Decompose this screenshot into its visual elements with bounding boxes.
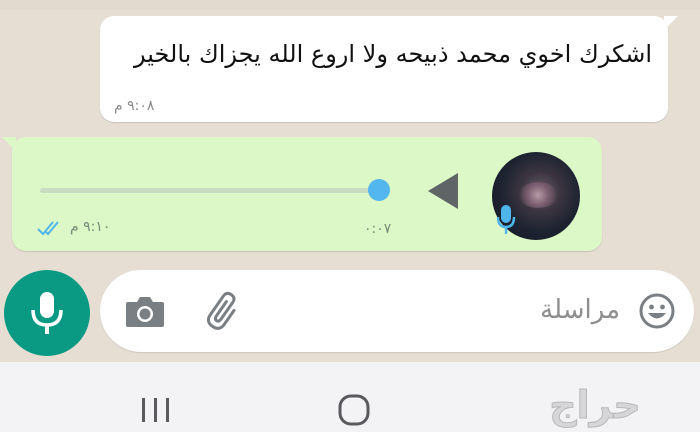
avatar-image-cloud bbox=[518, 182, 558, 208]
system-navigation-bar: حراج bbox=[0, 362, 700, 432]
play-icon[interactable] bbox=[424, 171, 464, 211]
voice-note-bubble[interactable]: ٠:٠٧ ٩:١٠ م bbox=[2, 137, 602, 251]
previous-message-edge bbox=[0, 0, 700, 10]
message-time: ٩:٠٨ م bbox=[114, 98, 155, 114]
camera-icon[interactable] bbox=[124, 292, 166, 330]
recent-apps-icon[interactable] bbox=[138, 394, 174, 426]
bubble-tail bbox=[2, 137, 16, 151]
message-time: ٩:١٠ م bbox=[70, 219, 111, 235]
attach-icon[interactable] bbox=[204, 290, 246, 332]
message-text: اشكرك اخوي محمد ذبيحه ولا اروع الله يجزا… bbox=[134, 40, 652, 68]
watermark-logo: حراج bbox=[549, 383, 641, 428]
voice-record-button[interactable] bbox=[4, 270, 90, 356]
message-input-placeholder[interactable]: مراسلة bbox=[540, 292, 620, 328]
emoji-icon[interactable] bbox=[638, 292, 676, 330]
mic-badge-icon bbox=[496, 205, 516, 234]
message-input-bar[interactable]: مراسلة bbox=[100, 270, 694, 352]
microphone-icon bbox=[31, 292, 63, 334]
voice-progress-knob[interactable] bbox=[368, 179, 390, 201]
voice-progress-track[interactable] bbox=[40, 188, 382, 193]
bubble-tail bbox=[664, 16, 678, 30]
home-icon[interactable] bbox=[336, 392, 372, 428]
voice-duration: ٠:٠٧ bbox=[364, 221, 392, 237]
incoming-message-bubble[interactable]: اشكرك اخوي محمد ذبيحه ولا اروع الله يجزا… bbox=[100, 16, 678, 122]
read-ticks-icon bbox=[37, 221, 59, 236]
